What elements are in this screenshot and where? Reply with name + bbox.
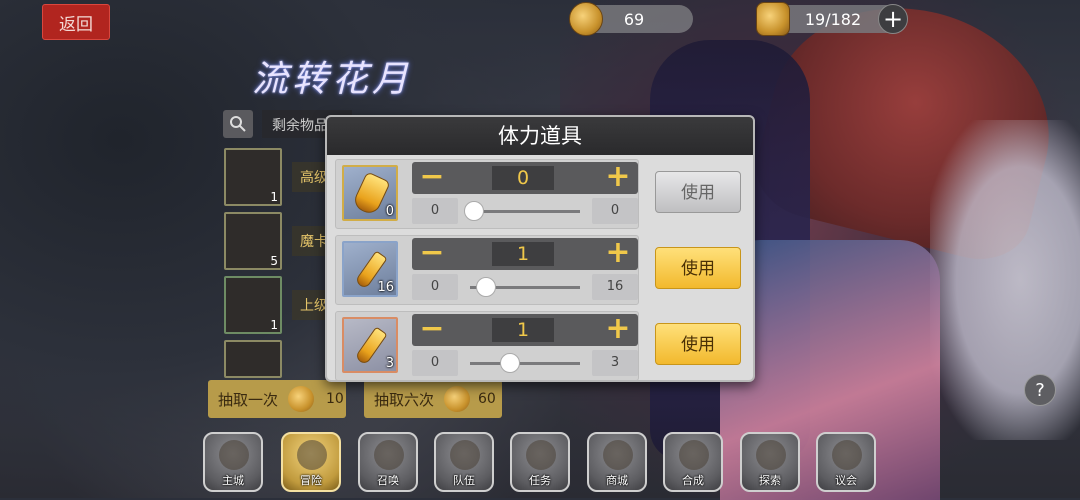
nav-label: 合成 xyxy=(682,474,704,487)
gold-coin-icon xyxy=(288,386,314,412)
item-count: 1 xyxy=(270,318,278,332)
selected-quantity: 1 xyxy=(492,242,554,266)
coin-amount: 69 xyxy=(623,9,645,29)
castle-icon xyxy=(219,440,249,470)
item-quantity: 16 xyxy=(377,280,394,295)
nav-main-city[interactable]: 主城 xyxy=(203,432,263,492)
team-crest-icon xyxy=(450,440,480,470)
axe-icon xyxy=(297,440,327,470)
draw-six-button[interactable]: 抽取六次 60 xyxy=(364,380,502,418)
potion-item-icon[interactable]: 16 xyxy=(342,241,398,297)
card-summon-icon xyxy=(374,440,404,470)
nav-label: 召唤 xyxy=(377,474,399,487)
nav-label: 任务 xyxy=(529,474,551,487)
slider-max: 3 xyxy=(592,350,638,376)
nav-label: 商城 xyxy=(606,474,628,487)
selected-quantity: 1 xyxy=(492,318,554,342)
slider-max: 0 xyxy=(592,198,638,224)
decrease-button[interactable]: − xyxy=(416,314,448,346)
draw-once-label: 抽取一次 xyxy=(218,390,279,409)
coin-counter: 69 xyxy=(569,2,693,36)
nav-council[interactable]: 议会 xyxy=(816,432,876,492)
item-slot[interactable]: 1 xyxy=(224,276,282,334)
nav-synthesis[interactable]: 合成 xyxy=(663,432,723,492)
slider-min: 0 xyxy=(412,198,458,224)
back-button[interactable]: 返回 xyxy=(42,4,110,40)
event-logo: 流转花月 xyxy=(252,59,413,100)
stamina-scroll-icon xyxy=(756,2,790,36)
shop-icon xyxy=(603,440,633,470)
draw-six-label: 抽取六次 xyxy=(374,390,435,409)
stamina-item-row: 0 − 0 + 0 0 xyxy=(335,159,639,229)
quantity-stepper: − 1 + xyxy=(412,238,638,270)
gold-coin-icon xyxy=(444,386,470,412)
increase-button[interactable]: + xyxy=(602,314,634,346)
nav-summon[interactable]: 召唤 xyxy=(358,432,418,492)
nav-shop[interactable]: 商城 xyxy=(587,432,647,492)
item-slot[interactable] xyxy=(224,340,282,378)
stamina-amount: 19/182 xyxy=(804,9,862,29)
nav-label: 主城 xyxy=(222,474,244,487)
item-count: 1 xyxy=(270,190,278,204)
quantity-stepper: − 1 + xyxy=(412,314,638,346)
use-button[interactable]: 使用 xyxy=(655,323,741,365)
gold-coin-icon xyxy=(569,2,603,36)
quest-map-icon xyxy=(526,440,556,470)
increase-button[interactable]: + xyxy=(602,162,634,194)
selected-quantity: 0 xyxy=(492,166,554,190)
character-fur-tail xyxy=(930,120,1080,440)
use-button[interactable]: 使用 xyxy=(655,247,741,289)
nav-label: 议会 xyxy=(835,474,857,487)
slider-max: 16 xyxy=(592,274,638,300)
nav-label: 冒险 xyxy=(300,474,322,487)
stamina-counter: 19/182 + xyxy=(756,2,908,36)
increase-button[interactable]: + xyxy=(602,238,634,270)
stamina-item-row: 3 − 1 + 0 3 xyxy=(335,311,639,380)
use-button-disabled[interactable]: 使用 xyxy=(655,171,741,213)
item-slot[interactable]: 1 xyxy=(224,148,282,206)
potion-icon xyxy=(354,326,388,366)
item-count: 5 xyxy=(270,254,278,268)
potion-item-icon[interactable]: 3 xyxy=(342,317,398,373)
quantity-slider-handle[interactable] xyxy=(464,201,484,221)
draw-six-cost: 60 xyxy=(478,391,496,407)
nav-label: 探索 xyxy=(759,474,781,487)
crystal-forge-icon xyxy=(679,440,709,470)
decrease-button[interactable]: − xyxy=(416,162,448,194)
nav-team[interactable]: 队伍 xyxy=(434,432,494,492)
potion-item-icon[interactable]: 0 xyxy=(342,165,398,221)
help-button[interactable]: ? xyxy=(1024,374,1056,406)
draw-once-button[interactable]: 抽取一次 10 xyxy=(208,380,346,418)
add-stamina-button[interactable]: + xyxy=(878,4,908,34)
quantity-stepper: − 0 + xyxy=(412,162,638,194)
nav-quest[interactable]: 任务 xyxy=(510,432,570,492)
compass-icon xyxy=(756,440,786,470)
item-quantity: 3 xyxy=(385,356,394,371)
quantity-slider-track[interactable] xyxy=(470,362,580,365)
quantity-slider-handle[interactable] xyxy=(476,277,496,297)
draw-once-cost: 10 xyxy=(326,391,344,407)
dialog-title: 体力道具 xyxy=(327,117,753,155)
quantity-slider-track[interactable] xyxy=(470,210,580,213)
decrease-button[interactable]: − xyxy=(416,238,448,270)
nav-explore[interactable]: 探索 xyxy=(740,432,800,492)
stamina-item-row: 16 − 1 + 0 16 xyxy=(335,235,639,305)
stamina-items-dialog: 体力道具 0 − 0 + 0 0 使用 16 − 1 + 0 16 使用 3 −… xyxy=(325,115,755,382)
quantity-slider-handle[interactable] xyxy=(500,353,520,373)
nav-label: 队伍 xyxy=(453,474,475,487)
slider-min: 0 xyxy=(412,274,458,300)
council-crown-icon xyxy=(832,440,862,470)
item-quantity: 0 xyxy=(385,204,394,219)
slider-min: 0 xyxy=(412,350,458,376)
nav-adventure[interactable]: 冒险 xyxy=(281,432,341,492)
item-slot[interactable]: 5 xyxy=(224,212,282,270)
search-icon[interactable] xyxy=(223,110,253,138)
